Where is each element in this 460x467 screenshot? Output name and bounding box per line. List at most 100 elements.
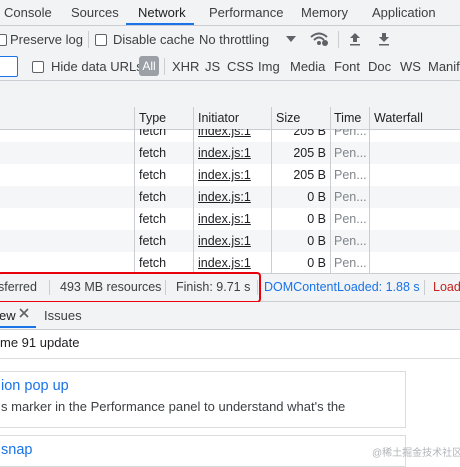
cell-size: 205 B <box>293 129 326 138</box>
requests-table-header: Type Initiator Size Time Waterfall <box>0 107 460 130</box>
throttling-value: No throttling <box>199 32 270 47</box>
hide-data-urls-label: Hide data URLs <box>51 59 143 74</box>
filter-doc[interactable]: Doc <box>368 53 391 80</box>
column-header-time[interactable]: Time <box>334 107 361 129</box>
column-header-size[interactable]: Size <box>276 107 300 129</box>
filter-input[interactable] <box>0 56 18 77</box>
filter-toolbar: Hide data URLs All XHR JS CSS Img Media … <box>0 53 460 81</box>
cell-initiator-link[interactable]: index.js:1 <box>198 164 251 186</box>
highlight-annotation-box <box>0 272 261 303</box>
filter-manifest[interactable]: Manif <box>428 53 460 80</box>
overview-area <box>0 81 460 108</box>
dom-content-loaded-time: DOMContentLoaded: 1.88 s <box>264 280 420 294</box>
whats-new-heading: me 91 update <box>0 335 80 350</box>
filter-js[interactable]: JS <box>205 53 220 80</box>
feature-card-title[interactable]: snap <box>1 442 32 458</box>
feature-card-description: s marker in the Performance panel to und… <box>1 399 346 414</box>
tab-memory[interactable]: Memory <box>301 0 348 25</box>
load-time: Load <box>433 280 460 294</box>
active-tab-indicator <box>126 23 194 25</box>
cell-initiator-link[interactable]: index.js:1 <box>198 208 251 230</box>
drawer-tab-bar: ew Issues <box>0 302 460 330</box>
column-header-type[interactable]: Type <box>139 107 166 129</box>
tab-performance[interactable]: Performance <box>209 0 283 25</box>
column-divider <box>330 107 331 273</box>
table-row[interactable]: fetch index.js:1 205 B Pen... <box>0 164 460 186</box>
tab-whats-new[interactable]: ew <box>0 302 16 329</box>
tab-network[interactable]: Network <box>138 0 186 25</box>
column-divider <box>193 107 194 273</box>
cell-type: fetch <box>139 190 167 204</box>
cell-time: Pen... <box>334 256 367 270</box>
filter-css[interactable]: CSS <box>227 53 254 80</box>
cell-time: Pen... <box>334 212 367 226</box>
table-row[interactable]: fetch index.js:1 0 B Pen... <box>0 252 460 273</box>
tab-sources[interactable]: Sources <box>71 0 119 25</box>
divider <box>0 358 460 359</box>
column-header-waterfall[interactable]: Waterfall <box>374 107 423 129</box>
cell-initiator-link[interactable]: index.js:1 <box>198 252 251 273</box>
tab-issues[interactable]: Issues <box>44 302 82 329</box>
filter-ws[interactable]: WS <box>400 53 421 80</box>
disable-cache-label: Disable cache <box>113 32 195 47</box>
cell-type: fetch <box>139 146 167 160</box>
cell-size: 205 B <box>293 168 326 182</box>
watermark: @稀土掘金技术社区 <box>372 448 460 459</box>
table-row[interactable]: fetch index.js:1 0 B Pen... <box>0 186 460 208</box>
tab-application[interactable]: Application <box>372 0 436 25</box>
close-icon[interactable] <box>19 308 29 318</box>
cell-type: fetch <box>139 168 167 182</box>
filter-xhr[interactable]: XHR <box>172 53 199 80</box>
cell-size: 0 B <box>307 190 326 204</box>
cell-initiator-link[interactable]: index.js:1 <box>198 129 251 142</box>
filter-img[interactable]: Img <box>258 53 280 80</box>
cell-type: fetch <box>139 234 167 248</box>
table-row[interactable]: fetch index.js:1 205 B Pen... <box>0 129 460 142</box>
cell-type: fetch <box>139 256 167 270</box>
preserve-log-label: Preserve log <box>10 32 83 47</box>
cell-initiator-link[interactable]: index.js:1 <box>198 230 251 252</box>
cell-type: fetch <box>139 129 167 138</box>
import-har-icon[interactable] <box>349 32 361 46</box>
table-row[interactable]: fetch index.js:1 0 B Pen... <box>0 208 460 230</box>
cell-initiator-link[interactable]: index.js:1 <box>198 142 251 164</box>
cell-size: 0 B <box>307 256 326 270</box>
active-drawer-tab-indicator <box>0 326 36 328</box>
cell-time: Pen... <box>334 190 367 204</box>
export-har-icon[interactable] <box>378 32 390 46</box>
feature-card-title[interactable]: ion pop up <box>1 378 69 394</box>
chevron-down-icon <box>286 35 296 43</box>
disable-cache-checkbox[interactable] <box>95 34 107 46</box>
cell-time: Pen... <box>334 129 367 138</box>
table-row[interactable]: fetch index.js:1 0 B Pen... <box>0 230 460 252</box>
filter-media[interactable]: Media <box>290 53 325 80</box>
toolbar-divider <box>164 58 165 75</box>
feature-card[interactable]: ion pop up s marker in the Performance p… <box>0 371 406 428</box>
tab-console[interactable]: Console <box>4 0 52 25</box>
cell-time: Pen... <box>334 146 367 160</box>
status-divider <box>424 280 425 295</box>
column-divider <box>369 107 370 273</box>
devtools-tab-bar: Console Sources Network Performance Memo… <box>0 0 460 26</box>
column-header-initiator[interactable]: Initiator <box>198 107 239 129</box>
column-divider <box>271 107 272 273</box>
column-divider <box>134 107 135 273</box>
filter-font[interactable]: Font <box>334 53 360 80</box>
cell-size: 0 B <box>307 212 326 226</box>
table-row[interactable]: fetch index.js:1 205 B Pen... <box>0 142 460 164</box>
filter-all-button[interactable]: All <box>139 56 159 76</box>
cell-size: 0 B <box>307 234 326 248</box>
network-conditions-icon[interactable] <box>309 31 329 47</box>
feature-card[interactable]: snap <box>0 435 406 467</box>
cell-initiator-link[interactable]: index.js:1 <box>198 186 251 208</box>
network-toolbar: Preserve log Disable cache No throttling <box>0 26 460 54</box>
requests-table-body: fetch index.js:1 205 B Pen... fetch inde… <box>0 129 460 273</box>
throttling-select[interactable]: No throttling <box>193 31 296 48</box>
cell-type: fetch <box>139 212 167 226</box>
cell-time: Pen... <box>334 168 367 182</box>
hide-data-urls-checkbox[interactable] <box>32 61 44 73</box>
preserve-log-checkbox[interactable] <box>0 34 7 46</box>
cell-time: Pen... <box>334 234 367 248</box>
cell-size: 205 B <box>293 146 326 160</box>
toolbar-divider <box>338 31 339 48</box>
